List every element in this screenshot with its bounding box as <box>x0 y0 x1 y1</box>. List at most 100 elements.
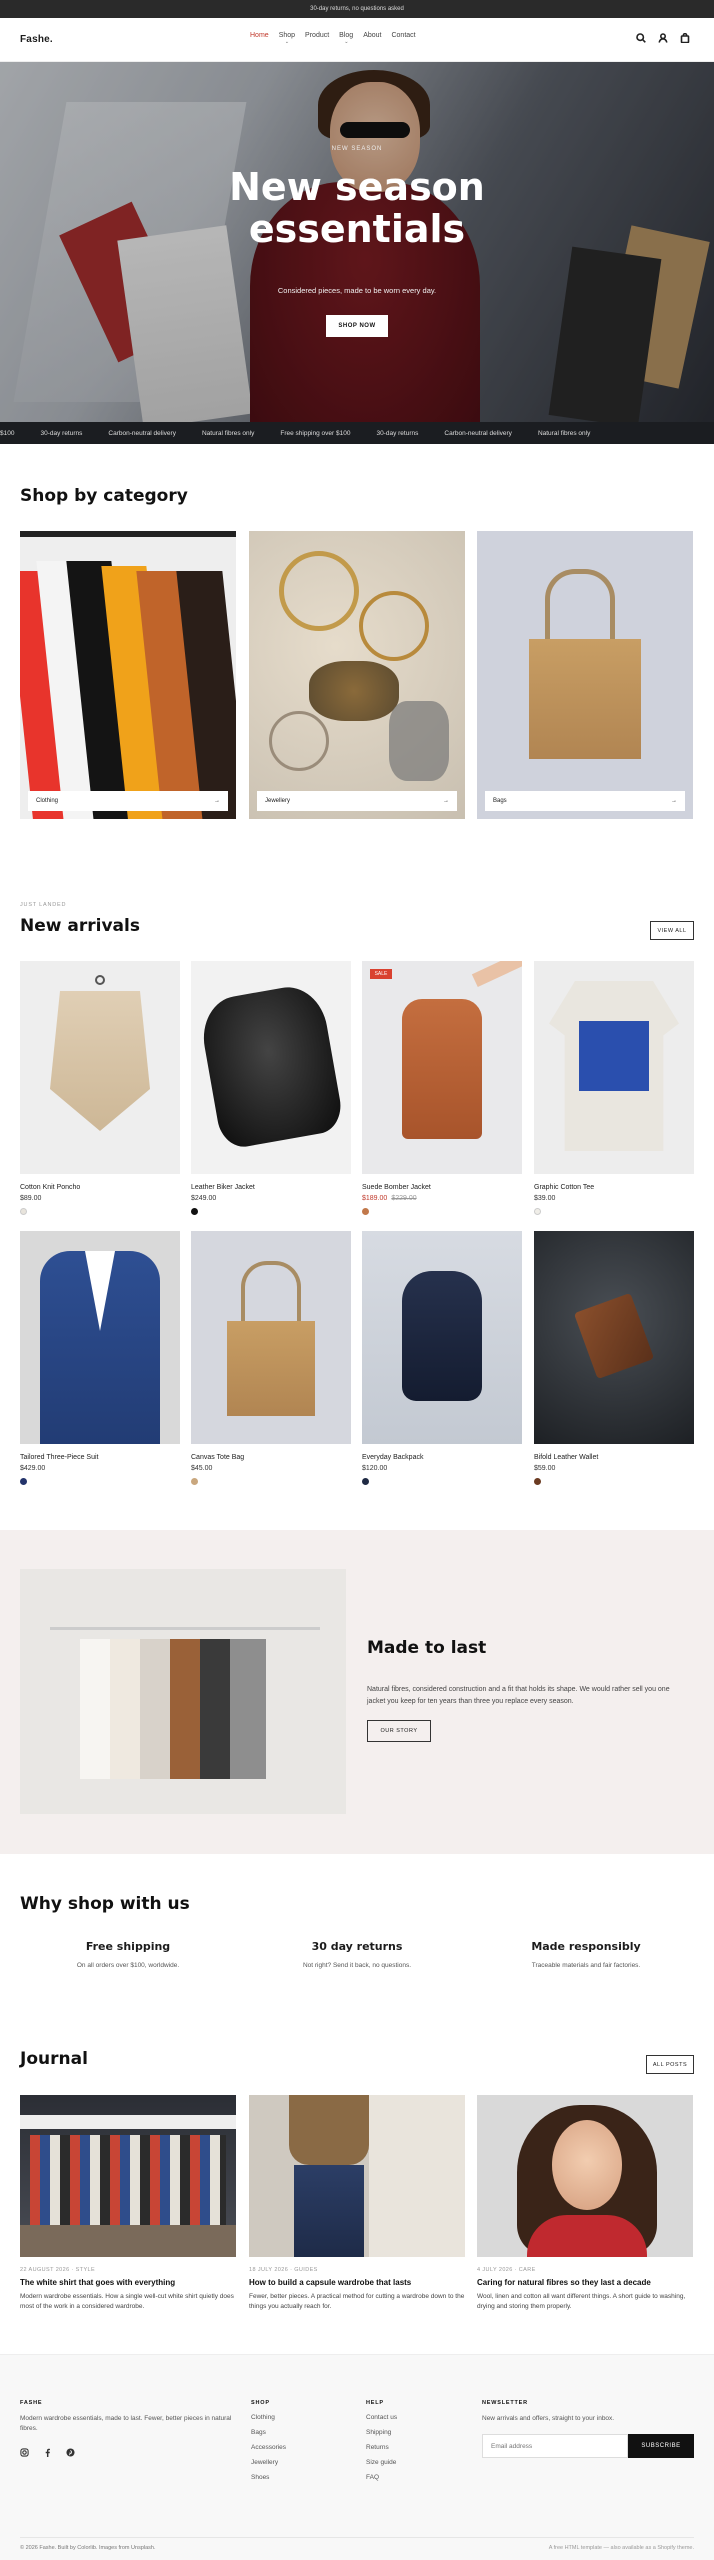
journal-card[interactable]: 18 JULY 2026 · GUIDES How to build a cap… <box>249 2095 465 2312</box>
feature-returns: 30 day returns Not right? Send it back, n… <box>302 1940 412 1969</box>
nav-about[interactable]: About <box>363 32 381 45</box>
email-field[interactable] <box>482 2434 628 2458</box>
color-swatch[interactable] <box>20 1208 27 1215</box>
color-swatch[interactable] <box>534 1208 541 1215</box>
product-card[interactable]: Tailored Three-Piece Suit $429.00 <box>20 1231 180 1485</box>
journal-card[interactable]: 4 JULY 2026 · CARE Caring for natural fi… <box>477 2095 693 2312</box>
footer-link[interactable]: Returns <box>366 2444 397 2451</box>
product-name[interactable]: Suede Bomber Jacket <box>362 1184 522 1191</box>
product-name[interactable]: Bifold Leather Wallet <box>534 1454 694 1461</box>
category-label: Bags → <box>485 791 685 811</box>
journal-post-title[interactable]: The white shirt that goes with everythin… <box>20 2278 236 2287</box>
subscribe-button[interactable]: SUBSCRIBE <box>628 2434 694 2458</box>
color-swatch[interactable] <box>191 1208 198 1215</box>
journal-image[interactable] <box>477 2095 693 2257</box>
product-image[interactable] <box>191 961 351 1174</box>
copyright: © 2026 Fashe. Built by Colorlib. Images … <box>20 2545 156 2551</box>
product-card[interactable]: Everyday Backpack $120.00 <box>362 1231 522 1485</box>
product-image[interactable]: SALE <box>362 961 522 1174</box>
product-price: $429.00 <box>20 1465 46 1472</box>
footer-link[interactable]: Jewellery <box>251 2459 286 2466</box>
arrow-right-icon: → <box>671 798 677 804</box>
product-price: $249.00 <box>191 1195 217 1202</box>
credit-link[interactable]: A free HTML template — also available as… <box>549 2545 694 2551</box>
footer-link[interactable]: Contact us <box>366 2414 397 2421</box>
facebook-icon[interactable] <box>43 2448 52 2457</box>
journal-excerpt: Wool, linen and cotton all want differen… <box>477 2293 686 2310</box>
nav-shop[interactable]: Shop ⌄ <box>279 32 295 45</box>
story-text: Natural fibres, considered construction … <box>367 1686 670 1705</box>
nav-home[interactable]: Home <box>250 32 269 45</box>
pinterest-icon[interactable] <box>66 2448 75 2457</box>
product-price: $39.00 <box>534 1195 556 1202</box>
view-all-button[interactable]: VIEW ALL <box>650 921 694 940</box>
journal-meta: 18 JULY 2026 · GUIDES <box>249 2267 318 2273</box>
category-card-jewellery[interactable]: Jewellery → <box>249 531 465 819</box>
search-icon[interactable] <box>636 33 646 43</box>
product-name[interactable]: Everyday Backpack <box>362 1454 522 1461</box>
footer-link[interactable]: Clothing <box>251 2414 286 2421</box>
category-card-bags[interactable]: Bags → <box>477 531 693 819</box>
product-image[interactable] <box>362 1231 522 1444</box>
instagram-icon[interactable] <box>20 2448 29 2457</box>
logo[interactable]: Fashe. <box>20 34 53 45</box>
ticker-item: Free shipping over $100 <box>280 429 351 437</box>
product-card[interactable]: Graphic Cotton Tee $39.00 <box>534 961 694 1215</box>
ticker-item: 30-day returns <box>40 429 83 437</box>
hero-subtitle: Considered pieces, made to be worn every… <box>277 286 437 295</box>
product-name[interactable]: Cotton Knit Poncho <box>20 1184 180 1191</box>
announcement-bar: 30-day returns, no questions asked <box>0 0 714 18</box>
footer-link[interactable]: Shipping <box>366 2429 397 2436</box>
product-image[interactable] <box>191 1231 351 1444</box>
ticker-item: Carbon-neutral delivery <box>108 429 176 437</box>
ticker-item: 30-day returns <box>376 429 419 437</box>
product-price: $59.00 <box>534 1465 556 1472</box>
why-title: Why shop with us <box>20 1894 190 1914</box>
product-name[interactable]: Tailored Three-Piece Suit <box>20 1454 180 1461</box>
nav-blog[interactable]: Blog ⌄ <box>339 32 353 45</box>
footer-link[interactable]: FAQ <box>366 2474 397 2481</box>
journal-image[interactable] <box>20 2095 236 2257</box>
product-card[interactable]: Leather Biker Jacket $249.00 <box>191 961 351 1215</box>
nav-product[interactable]: Product <box>305 32 329 45</box>
feature-responsible: Made responsibly Traceable materials and … <box>531 1940 641 1969</box>
journal-image[interactable] <box>249 2095 465 2257</box>
ticker-item: Natural fibres only <box>201 429 255 437</box>
product-card[interactable]: Canvas Tote Bag $45.00 <box>191 1231 351 1485</box>
product-image[interactable] <box>20 961 180 1174</box>
product-image[interactable] <box>534 1231 694 1444</box>
product-name[interactable]: Leather Biker Jacket <box>191 1184 351 1191</box>
color-swatch[interactable] <box>534 1478 541 1485</box>
color-swatch[interactable] <box>362 1478 369 1485</box>
product-image[interactable] <box>20 1231 180 1444</box>
color-swatch[interactable] <box>191 1478 198 1485</box>
user-icon[interactable] <box>658 33 668 43</box>
bag-icon[interactable] <box>680 33 690 43</box>
benefits-ticker: $100 30-day returns Carbon-neutral deliv… <box>0 422 714 444</box>
product-price: $189.00 $229.00 <box>362 1195 417 1202</box>
product-card[interactable]: SALE Suede Bomber Jacket $189.00 $229.00 <box>362 961 522 1215</box>
journal-post-title[interactable]: Caring for natural fibres so they last a… <box>477 2278 693 2287</box>
footer-link[interactable]: Shoes <box>251 2474 286 2481</box>
footer-link[interactable]: Accessories <box>251 2444 286 2451</box>
footer-link[interactable]: Size guide <box>366 2459 397 2466</box>
footer-link[interactable]: Bags <box>251 2429 286 2436</box>
our-story-button[interactable]: OUR STORY <box>367 1720 431 1742</box>
product-card[interactable]: Bifold Leather Wallet $59.00 <box>534 1231 694 1485</box>
ticker-item: $100 <box>0 429 15 437</box>
shop-now-button[interactable]: SHOP NOW <box>326 315 388 337</box>
color-swatch[interactable] <box>362 1208 369 1215</box>
journal-card[interactable]: 22 AUGUST 2026 · STYLE The white shirt t… <box>20 2095 236 2312</box>
journal-post-title[interactable]: How to build a capsule wardrobe that las… <box>249 2278 465 2287</box>
category-card-clothing[interactable]: Clothing → <box>20 531 236 819</box>
color-swatch[interactable] <box>20 1478 27 1485</box>
nav-contact[interactable]: Contact <box>391 32 415 45</box>
arrivals-title: New arrivals <box>20 916 140 936</box>
product-card[interactable]: Cotton Knit Poncho $89.00 <box>20 961 180 1215</box>
product-name[interactable]: Canvas Tote Bag <box>191 1454 351 1461</box>
arrivals-eyebrow: JUST LANDED <box>20 902 67 908</box>
chevron-down-icon: ⌄ <box>344 39 349 45</box>
product-name[interactable]: Graphic Cotton Tee <box>534 1184 694 1191</box>
all-posts-button[interactable]: ALL POSTS <box>646 2055 694 2074</box>
product-image[interactable] <box>534 961 694 1174</box>
